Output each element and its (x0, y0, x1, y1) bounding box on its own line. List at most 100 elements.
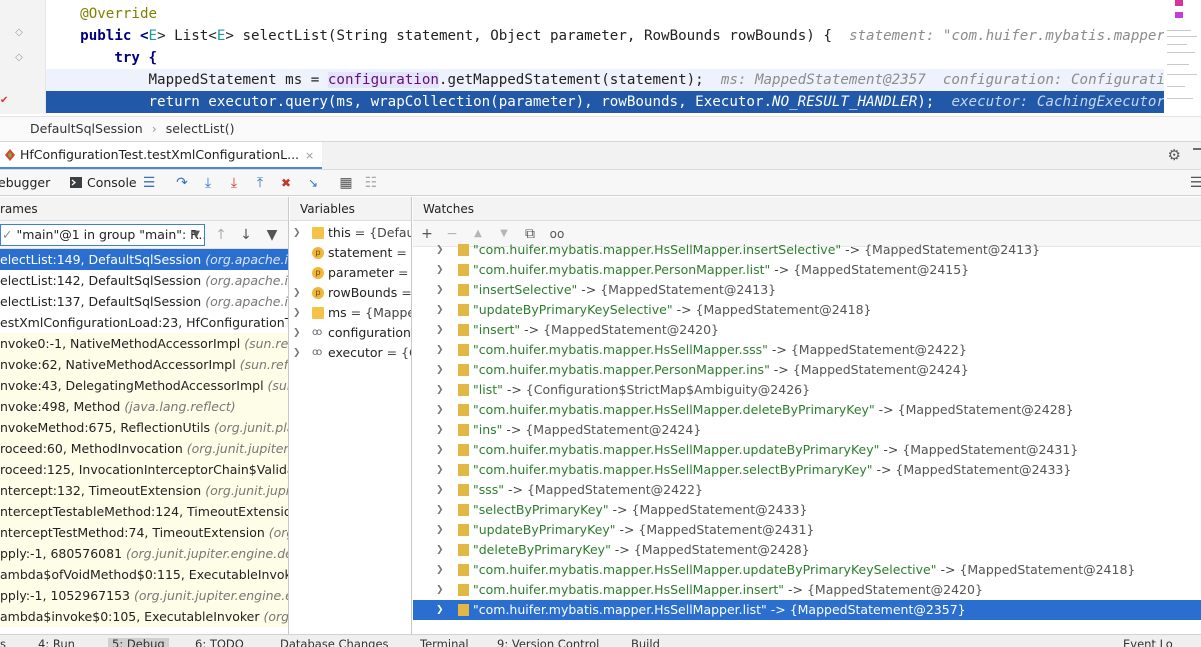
code-editor[interactable]: ◇ ◇ ✔ @Override public <E> List<E> selec… (0, 0, 1201, 114)
expand-arrow-icon[interactable]: ❯ (436, 300, 444, 320)
stack-frame-row[interactable]: pply:-1, 680576081 (org.junit.jupiter.en… (0, 543, 288, 564)
evaluate-expression-icon[interactable]: ▦ (338, 175, 354, 191)
expand-arrow-icon[interactable]: ❯ (436, 260, 444, 280)
watch-row[interactable]: ❯ "com.huifer.mybatis.mapper.HsSellMapper… (413, 580, 1201, 600)
close-icon[interactable]: × (305, 149, 314, 162)
expand-arrow-icon[interactable]: ❯ (293, 283, 301, 303)
variable-row[interactable]: ❯ this = {Default (290, 223, 411, 243)
thread-selector[interactable]: ✓ "main"@1 in group "main": R... ▼ (0, 224, 205, 246)
tool-window-button[interactable]: s (0, 638, 6, 647)
breakpoint-icon[interactable]: ✔ (0, 95, 9, 107)
expand-arrow-icon[interactable]: ❯ (436, 480, 444, 500)
expand-arrow-icon[interactable]: ❯ (436, 380, 444, 400)
watch-row[interactable]: ❯ "com.huifer.mybatis.mapper.PersonMapper… (413, 260, 1201, 280)
watch-row[interactable]: ❯ "deleteByPrimaryKey" -> {MappedStatemen… (413, 540, 1201, 560)
expand-arrow-icon[interactable]: ❯ (293, 223, 301, 243)
fold-icon[interactable]: ◇ (14, 53, 24, 63)
show-execution-point-icon[interactable]: ↷ (174, 175, 190, 191)
expand-arrow-icon[interactable]: ❯ (436, 520, 444, 540)
stack-frame-row[interactable]: electList:137, DefaultSqlSession (org.ap… (0, 291, 288, 312)
variable-row[interactable]: ❯ oo configuration = (290, 323, 411, 343)
expand-arrow-icon[interactable]: ❯ (436, 280, 444, 300)
expand-arrow-icon[interactable]: ❯ (436, 240, 444, 260)
stack-frame-row[interactable]: ntercept:132, TimeoutExtension (org.juni… (0, 480, 288, 501)
editor-minimap[interactable] (1165, 0, 1201, 114)
tool-window-button[interactable]: Build (631, 638, 660, 647)
tool-window-button[interactable]: Event Lo (1123, 638, 1173, 647)
stack-frame-row[interactable]: nterceptTestableMethod:124, TimeoutExten… (0, 501, 288, 522)
filter-icon[interactable]: ▼ (263, 225, 281, 245)
watch-row[interactable]: ❯ "com.huifer.mybatis.mapper.HsSellMapper… (413, 560, 1201, 580)
expand-arrow-icon[interactable]: ❯ (436, 400, 444, 420)
expand-arrow-icon[interactable]: ❯ (436, 500, 444, 520)
variable-row[interactable]: p parameter = n (290, 263, 411, 283)
expand-arrow-icon[interactable]: ❯ (436, 580, 444, 600)
variable-row[interactable]: ❯ ms = {Mapped (290, 303, 411, 323)
stack-frame-row[interactable]: nvokeMethod:675, ReflectionUtils (org.ju… (0, 417, 288, 438)
expand-arrow-icon[interactable]: ❯ (436, 540, 444, 560)
tool-window-button[interactable]: 9: Version Control (497, 638, 599, 647)
stack-frame-row[interactable]: nvoke:498, Method (java.lang.reflect) (0, 396, 288, 417)
tab-console[interactable]: Console (70, 170, 137, 196)
layout-menu-icon[interactable]: ☰ (141, 175, 157, 191)
arrow-down-icon[interactable]: ↓ (237, 225, 255, 245)
breadcrumb-item[interactable]: DefaultSqlSession (30, 121, 143, 136)
expand-arrow-icon[interactable]: ❯ (436, 360, 444, 380)
watch-row[interactable]: ❯ "ins" -> {MappedStatement@2424} (413, 420, 1201, 440)
tool-window-button[interactable]: Database Changes (280, 638, 389, 647)
watch-row[interactable]: ❯ "com.huifer.mybatis.mapper.HsSellMapper… (413, 440, 1201, 460)
breadcrumb-item[interactable]: selectList() (166, 121, 235, 136)
expand-arrow-icon[interactable]: ❯ (436, 320, 444, 340)
expand-arrow-icon[interactable]: ❯ (436, 460, 444, 480)
step-out-icon[interactable]: ⤒ (252, 175, 268, 191)
stack-frame-row[interactable]: electList:142, DefaultSqlSession (org.ap… (0, 270, 288, 291)
gear-icon[interactable]: ⚙ (1168, 146, 1181, 164)
stack-frame-row[interactable]: estXmlConfigurationLoad:23, HfConfigurat… (0, 312, 288, 333)
run-to-cursor-icon[interactable]: ↘ (305, 175, 321, 191)
watch-row[interactable]: ❯ "updateByPrimaryKey" -> {MappedStatemen… (413, 520, 1201, 540)
stack-frame-row[interactable]: nvoke0:-1, NativeMethodAccessorImpl (sun… (0, 333, 288, 354)
watch-row[interactable]: ❯ "sss" -> {MappedStatement@2422} (413, 480, 1201, 500)
more-icon[interactable]: ☰ (1188, 175, 1201, 191)
stack-frame-row[interactable]: electList:149, DefaultSqlSession (org.ap… (0, 249, 288, 270)
variable-row[interactable]: ❯ p rowBounds = (290, 283, 411, 303)
expand-arrow-icon[interactable]: ❯ (293, 303, 301, 323)
watch-row[interactable]: ❯ "selectByPrimaryKey" -> {MappedStatemen… (413, 500, 1201, 520)
variable-row[interactable]: p statement = "c (290, 243, 411, 263)
watch-row[interactable]: ❯ "insertSelective" -> {MappedStatement@2… (413, 280, 1201, 300)
variable-row[interactable]: ❯ oo executor = {Ca (290, 343, 411, 363)
stack-frame-row[interactable]: ambda$invoke$0:105, ExecutableInvoker (o… (0, 606, 288, 627)
tool-window-button[interactable]: 4: Run (38, 638, 75, 647)
stack-frame-row[interactable]: pply:-1, 1052967153 (org.junit.jupiter.e… (0, 585, 288, 606)
expand-arrow-icon[interactable]: ❯ (436, 420, 444, 440)
arrow-up-icon[interactable]: ↑ (212, 225, 230, 245)
stack-frame-row[interactable]: nvoke:62, NativeMethodAccessorImpl (sun.… (0, 354, 288, 375)
expand-arrow-icon[interactable]: ❯ (436, 560, 444, 580)
watch-row[interactable]: ❯ "com.huifer.mybatis.mapper.HsSellMapper… (413, 600, 1201, 620)
step-into-icon[interactable]: ⤓ (226, 175, 242, 191)
stack-frame-row[interactable]: roceed:125, InvocationInterceptorChain$V… (0, 459, 288, 480)
stack-frame-row[interactable]: ambda$ofVoidMethod$0:115, ExecutableInvo… (0, 564, 288, 585)
watch-row[interactable]: ❯ "com.huifer.mybatis.mapper.HsSellMapper… (413, 340, 1201, 360)
tool-window-button[interactable]: 6: TODO (195, 638, 244, 647)
watch-row[interactable]: ❯ "com.huifer.mybatis.mapper.HsSellMapper… (413, 460, 1201, 480)
watch-row[interactable]: ❯ "list" -> {Configuration$StrictMap$Ambi… (413, 380, 1201, 400)
watch-row[interactable]: ❯ "com.huifer.mybatis.mapper.PersonMapper… (413, 360, 1201, 380)
expand-arrow-icon[interactable]: ❯ (293, 323, 301, 343)
expand-arrow-icon[interactable]: ❯ (293, 343, 301, 363)
stack-frame-row[interactable]: roceed:60, MethodInvocation (org.junit.j… (0, 438, 288, 459)
run-configuration-tab[interactable]: HfConfigurationTest.testXmlConfiguration… (0, 142, 323, 169)
tab-debugger[interactable]: ebugger (0, 170, 50, 196)
step-over-icon[interactable]: ⤓ (200, 175, 216, 191)
tool-window-button[interactable]: Terminal (420, 638, 469, 647)
expand-arrow-icon[interactable]: ❯ (436, 600, 444, 620)
fold-icon[interactable]: ◇ (14, 28, 24, 38)
stack-frame-row[interactable]: nterceptTestMethod:74, TimeoutExtension … (0, 522, 288, 543)
tool-window-button[interactable]: 5: Debug (108, 638, 169, 647)
watch-row[interactable]: ❯ "insert" -> {MappedStatement@2420} (413, 320, 1201, 340)
expand-arrow-icon[interactable]: ❯ (436, 340, 444, 360)
watch-row[interactable]: ❯ "updateByPrimaryKeySelective" -> {Mappe… (413, 300, 1201, 320)
stack-frame-row[interactable]: nvoke:43, DelegatingMethodAccessorImpl (… (0, 375, 288, 396)
expand-arrow-icon[interactable]: ❯ (436, 440, 444, 460)
watch-row[interactable]: ❯ "com.huifer.mybatis.mapper.HsSellMapper… (413, 400, 1201, 420)
